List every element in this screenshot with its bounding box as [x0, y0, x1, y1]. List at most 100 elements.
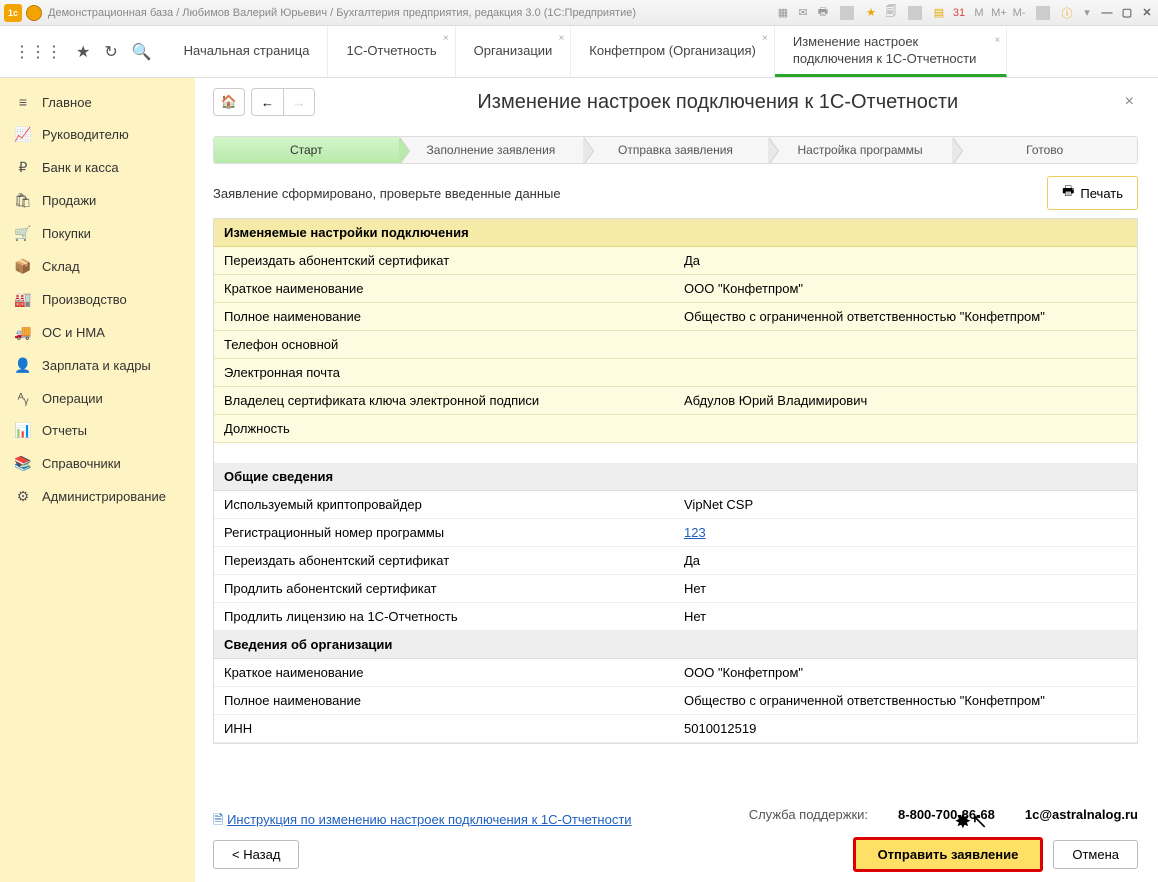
row-label: Переиздать абонентский сертификат — [214, 247, 674, 274]
row-value: Да — [674, 247, 1137, 274]
tab-close-icon[interactable]: × — [762, 32, 768, 45]
info-icon[interactable]: ⓘ — [1060, 6, 1074, 20]
wizard-step-0[interactable]: Старт — [214, 137, 399, 163]
tool-icon[interactable]: 🖶 — [816, 6, 830, 20]
row-label: Используемый криптопровайдер — [214, 491, 674, 518]
tab-label: Организации — [474, 43, 553, 60]
doc-icon: 🗎 — [213, 812, 223, 827]
sidebar-item-5[interactable]: 📦 Склад — [0, 250, 195, 283]
home-button[interactable]: 🏠 — [213, 88, 245, 116]
table-row: Владелец сертификата ключа электронной п… — [214, 387, 1137, 415]
status-message: Заявление сформировано, проверьте введен… — [213, 186, 1047, 201]
minimize-icon[interactable]: — — [1100, 6, 1114, 20]
sidebar-icon: 📦 — [14, 258, 32, 275]
star-icon[interactable]: ★ — [76, 42, 90, 62]
tool-icon[interactable]: ▦ — [776, 6, 790, 20]
row-label: Телефон основной — [214, 331, 674, 358]
tool-icon[interactable]: ✉ — [796, 6, 810, 20]
wizard-step-1[interactable]: Заполнение заявления — [399, 137, 584, 163]
separator — [908, 6, 922, 20]
instruction-link[interactable]: Инструкция по изменению настроек подключ… — [227, 812, 631, 827]
settings-table: Изменяемые настройки подключенияПереизда… — [213, 218, 1138, 744]
tab-0[interactable]: Начальная страница — [166, 26, 329, 77]
tab-3[interactable]: Конфетпром (Организация)× — [571, 26, 775, 77]
sidebar-item-11[interactable]: 📚Справочники — [0, 447, 195, 480]
dropdown-icon[interactable]: ▾ — [1080, 6, 1094, 20]
sidebar-label: Покупки — [42, 226, 91, 241]
sidebar-label: Склад — [42, 259, 80, 274]
table-row: Переиздать абонентский сертификатДа — [214, 547, 1137, 575]
forward-button[interactable]: → — [283, 88, 315, 116]
sidebar-label: Справочники — [42, 456, 121, 471]
tab-label: Изменение настроек — [793, 34, 918, 51]
calendar-icon[interactable]: 31 — [952, 6, 966, 20]
wizard-step-4[interactable]: Готово — [952, 137, 1137, 163]
sidebar-item-3[interactable]: 🛍Продажи — [0, 184, 195, 217]
sidebar-label: Руководителю — [42, 127, 129, 142]
tool-icon[interactable]: 🗐 — [884, 6, 898, 20]
close-icon[interactable]: ✕ — [1140, 6, 1154, 20]
row-link[interactable]: 123 — [684, 525, 706, 540]
tab-1[interactable]: 1С-Отчетность × — [328, 26, 455, 77]
wizard-step-3[interactable]: Настройка программы — [768, 137, 953, 163]
row-value: VipNet CSP — [674, 491, 1137, 518]
sidebar-icon: 🚚 — [14, 324, 32, 341]
sidebar-item-10[interactable]: 📊Отчеты — [0, 414, 195, 447]
wizard-step-2[interactable]: Отправка заявления — [583, 137, 768, 163]
sidebar-item-1[interactable]: 📈Руководителю — [0, 118, 195, 151]
back-wizard-button[interactable]: < Назад — [213, 840, 299, 869]
search-icon[interactable]: 🔍 — [132, 42, 152, 62]
table-section: Общие сведенияИспользуемый криптопровайд… — [214, 463, 1137, 631]
row-value: Да — [674, 547, 1137, 574]
m-icon[interactable]: M — [972, 6, 986, 20]
tab-close-icon[interactable]: × — [443, 32, 449, 45]
sidebar-icon: 👤 — [14, 357, 32, 374]
m-plus-icon[interactable]: M+ — [992, 6, 1006, 20]
apps-icon[interactable]: ⋮⋮⋮ — [14, 42, 62, 62]
calc-icon[interactable]: ▤ — [932, 6, 946, 20]
row-label: Краткое наименование — [214, 275, 674, 302]
tabs-row: ⋮⋮⋮ ★ ↻ 🔍 Начальная страница1С-Отчетност… — [0, 26, 1158, 78]
sidebar-item-12[interactable]: ⚙Администрирование — [0, 480, 195, 513]
m-minus-icon[interactable]: M- — [1012, 6, 1026, 20]
sidebar-item-2[interactable]: ₽Банк и касса — [0, 151, 195, 184]
app-logo-icon: 1с — [4, 4, 22, 22]
sidebar-label: Зарплата и кадры — [42, 358, 151, 373]
row-value: Абдулов Юрий Владимирович — [674, 387, 1137, 414]
back-button[interactable]: ← — [251, 88, 283, 116]
row-label: Переиздать абонентский сертификат — [214, 547, 674, 574]
tab-close-icon[interactable]: × — [558, 32, 564, 45]
sidebar-item-6[interactable]: 🏭Производство — [0, 283, 195, 316]
tab-label: 1С-Отчетность — [346, 43, 436, 60]
support-email: 1c@astralnalog.ru — [1025, 807, 1138, 822]
history-icon[interactable]: ↻ — [104, 42, 117, 62]
main-content: 🏠 ← → Изменение настроек подключения к 1… — [195, 78, 1158, 882]
favorite-icon[interactable]: ★ — [864, 6, 878, 20]
sidebar-item-8[interactable]: 👤 Зарплата и кадры — [0, 349, 195, 382]
section-header: Изменяемые настройки подключения — [214, 219, 1137, 247]
close-page-icon[interactable]: × — [1121, 89, 1138, 115]
sidebar-item-4[interactable]: 🛒Покупки — [0, 217, 195, 250]
row-value: Нет — [674, 603, 1137, 630]
print-button[interactable]: 🖶 Печать — [1047, 176, 1138, 210]
send-application-button[interactable]: Отправить заявление — [853, 837, 1044, 872]
sidebar: ≡Главное📈Руководителю₽Банк и касса🛍Прода… — [0, 78, 195, 882]
tab-2[interactable]: Организации × — [456, 26, 572, 77]
row-label: Полное наименование — [214, 687, 674, 714]
tab-4[interactable]: Изменение настроекподключения к 1С-Отчет… — [775, 26, 1008, 77]
tab-label: подключения к 1С-Отчетности — [793, 51, 977, 68]
row-value: Общество с ограниченной ответственностью… — [674, 303, 1137, 330]
sidebar-item-9[interactable]: ᴬᵧОперации — [0, 382, 195, 414]
wizard-steps: СтартЗаполнение заявленияОтправка заявле… — [213, 136, 1138, 164]
row-label: Владелец сертификата ключа электронной п… — [214, 387, 674, 414]
tab-close-icon[interactable]: × — [995, 34, 1001, 47]
sidebar-item-0[interactable]: ≡Главное — [0, 86, 195, 118]
row-label: Краткое наименование — [214, 659, 674, 686]
separator — [840, 6, 854, 20]
cancel-button[interactable]: Отмена — [1053, 840, 1138, 869]
sidebar-item-7[interactable]: 🚚ОС и НМА — [0, 316, 195, 349]
sidebar-label: Администрирование — [42, 489, 166, 504]
maximize-icon[interactable]: ▢ — [1120, 6, 1134, 20]
dropdown-icon[interactable] — [26, 5, 42, 21]
row-value: 123 — [674, 519, 1137, 546]
